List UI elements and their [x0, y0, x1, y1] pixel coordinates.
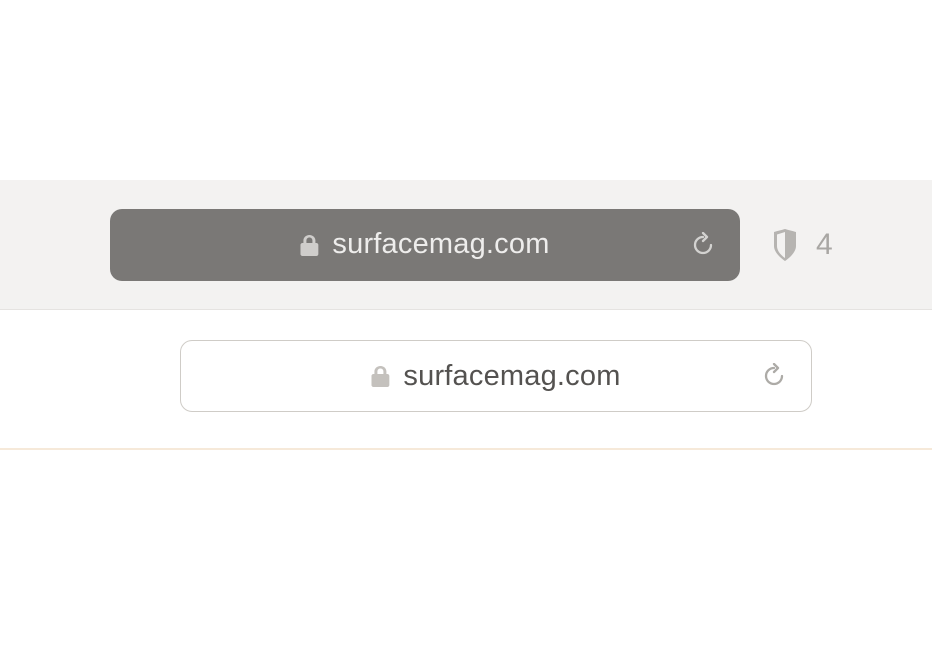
- address-content: surfacemag.com: [300, 228, 549, 261]
- address-bar-inactive[interactable]: surfacemag.com: [180, 340, 812, 412]
- lock-icon: [371, 365, 389, 387]
- url-text: surfacemag.com: [332, 228, 549, 261]
- reload-icon: [690, 232, 716, 258]
- address-bar-active[interactable]: surfacemag.com: [110, 209, 740, 281]
- browser-toolbar: surfacemag.com 4: [0, 180, 932, 310]
- reload-icon: [761, 363, 787, 389]
- lock-icon: [300, 234, 318, 256]
- reload-button[interactable]: [759, 361, 789, 391]
- divider: [0, 448, 932, 450]
- lower-section: surfacemag.com: [0, 310, 932, 450]
- tracker-count: 4: [816, 228, 833, 262]
- blank-area: [0, 0, 932, 180]
- url-text: surfacemag.com: [403, 360, 620, 393]
- reload-button[interactable]: [688, 230, 718, 260]
- address-content: surfacemag.com: [371, 360, 620, 393]
- shield-icon: [770, 228, 800, 262]
- privacy-report[interactable]: 4: [770, 228, 833, 262]
